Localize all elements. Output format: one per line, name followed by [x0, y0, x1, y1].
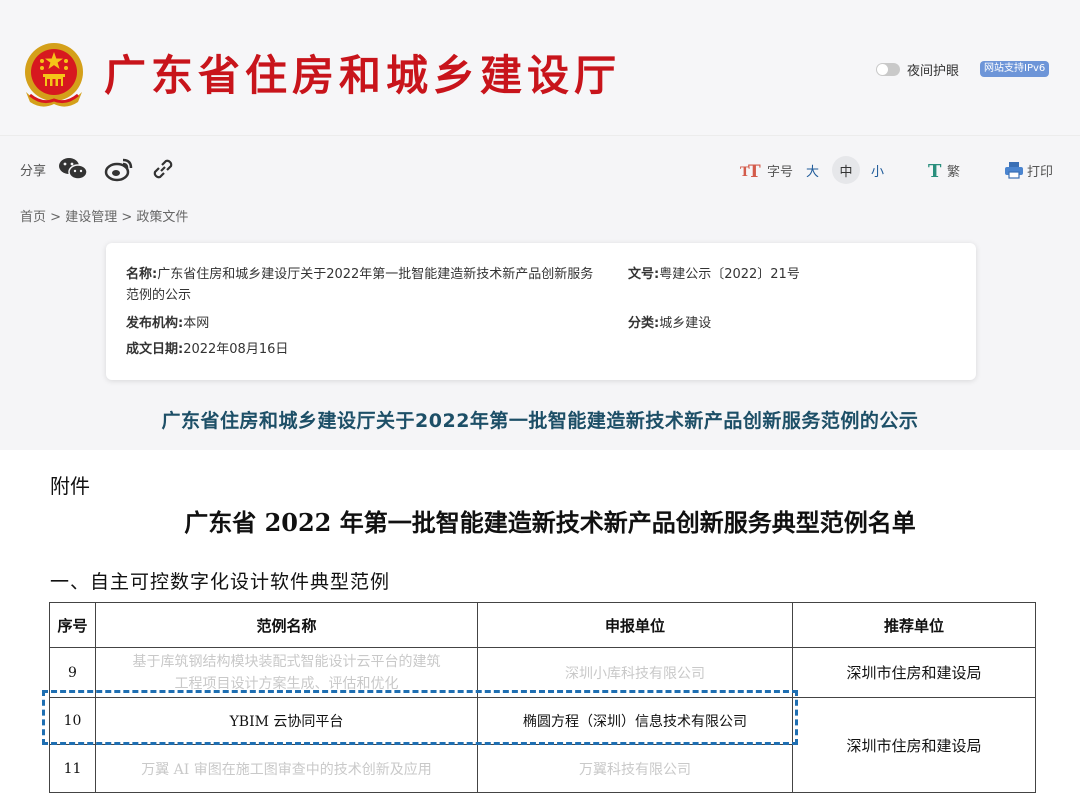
night-mode-label: 夜间护眼 — [907, 64, 960, 79]
font-small-button[interactable]: 小 — [871, 156, 884, 184]
meta-category: 分类:城乡建设 — [628, 313, 711, 334]
print-icon — [1005, 162, 1023, 179]
article-title: 广东省住房和城乡建设厅关于2022年第一批智能建造新技术新产品创新服务范例的公示 — [161, 410, 919, 432]
list-title: 广东省 2022 年第一批智能建造新技术新产品创新服务典型范例名单 — [184, 508, 916, 537]
row-no: 11 — [49, 744, 96, 793]
share-label: 分享 — [20, 163, 47, 179]
table-header-row: 序号 范例名称 申报单位 推荐单位 — [49, 602, 1036, 648]
breadcrumb-separator: > — [121, 210, 137, 225]
row-name: 万翼 AI 审图在施工图审查中的技术创新及应用 — [95, 744, 478, 793]
meta-name-label: 名称: — [126, 267, 158, 282]
svg-text:T: T — [928, 161, 942, 179]
ipv6-badge: 网站支持IPv6 — [980, 61, 1050, 77]
font-size-label: 字号 — [767, 164, 794, 180]
meta-number-label: 文号: — [628, 267, 660, 282]
meta-name: 名称:广东省住房和城乡建设厅关于2022年第一批智能建造新技术新产品创新服务范例… — [126, 264, 606, 306]
document-info-card: 名称:广东省住房和城乡建设厅关于2022年第一批智能建造新技术新产品创新服务范例… — [106, 243, 976, 380]
svg-text:T: T — [748, 162, 761, 179]
breadcrumb: 首页 > 建设管理 > 政策文件 — [20, 206, 188, 225]
breadcrumb-home[interactable]: 首页 — [20, 210, 46, 225]
section-title: 一、自主可控数字化设计软件典型范例 — [50, 571, 391, 593]
font-medium-button[interactable]: 中 — [832, 156, 860, 184]
link-icon[interactable] — [150, 156, 176, 182]
row-unit: 万翼科技有限公司 — [477, 744, 793, 793]
breadcrumb-separator: > — [50, 210, 66, 225]
national-emblem-icon[interactable] — [20, 40, 88, 110]
traditional-label: 繁 — [947, 164, 961, 180]
toggle-switch[interactable] — [876, 63, 900, 76]
site-title[interactable]: 广东省住房和城乡建设厅 — [104, 48, 621, 104]
breadcrumb-policy-documents[interactable]: 政策文件 — [136, 210, 188, 225]
meta-category-label: 分类: — [628, 316, 660, 331]
highlight-box — [42, 690, 798, 745]
row-recommender: 深圳市住房和建设局 — [792, 697, 1036, 793]
header-recommender: 推荐单位 — [792, 602, 1036, 648]
print-label: 打印 — [1027, 164, 1054, 180]
meta-number-value: 粤建公示〔2022〕21号 — [659, 267, 800, 282]
meta-number: 文号:粤建公示〔2022〕21号 — [628, 264, 800, 285]
font-medium-label: 中 — [832, 156, 860, 184]
share-bar: 分享 — [20, 156, 192, 182]
meta-date: 成文日期:2022年08月16日 — [126, 339, 288, 360]
meta-date-label: 成文日期: — [126, 342, 184, 357]
font-large-button[interactable]: 大 — [806, 156, 819, 184]
meta-publisher: 发布机构:本网 — [126, 313, 209, 334]
row-recommender: 深圳市住房和建设局 — [792, 647, 1036, 698]
header-example-name: 范例名称 — [95, 602, 478, 648]
header-no: 序号 — [49, 602, 96, 648]
attachment-label: 附件 — [50, 474, 90, 498]
header-applicant: 申报单位 — [477, 602, 793, 648]
row-name-line1: 基于库筑钢结构模块装配式智能设计云平台的建筑 — [132, 653, 441, 670]
breadcrumb-construction-management[interactable]: 建设管理 — [65, 210, 117, 225]
meta-publisher-label: 发布机构: — [126, 316, 184, 331]
meta-publisher-value: 本网 — [183, 316, 210, 331]
meta-date-value: 2022年08月16日 — [183, 342, 289, 357]
header-divider — [0, 135, 1080, 136]
meta-category-value: 城乡建设 — [659, 316, 712, 331]
wechat-icon[interactable] — [58, 156, 88, 182]
traditional-chinese-button[interactable]: T 繁 — [928, 156, 960, 184]
traditional-icon: T — [928, 161, 942, 179]
site-header: 广东省住房和城乡建设厅 夜间护眼 网站支持IPv6 — [0, 0, 1080, 135]
meta-name-value: 广东省住房和城乡建设厅关于2022年第一批智能建造新技术新产品创新服务范例的公示 — [126, 267, 594, 303]
weibo-icon[interactable] — [104, 156, 134, 182]
print-button[interactable]: 打印 — [1004, 156, 1053, 184]
font-size-icon: T T — [740, 162, 761, 179]
night-mode-toggle[interactable]: 夜间护眼 — [876, 60, 959, 79]
font-size-control: T T 字号 — [740, 156, 793, 184]
